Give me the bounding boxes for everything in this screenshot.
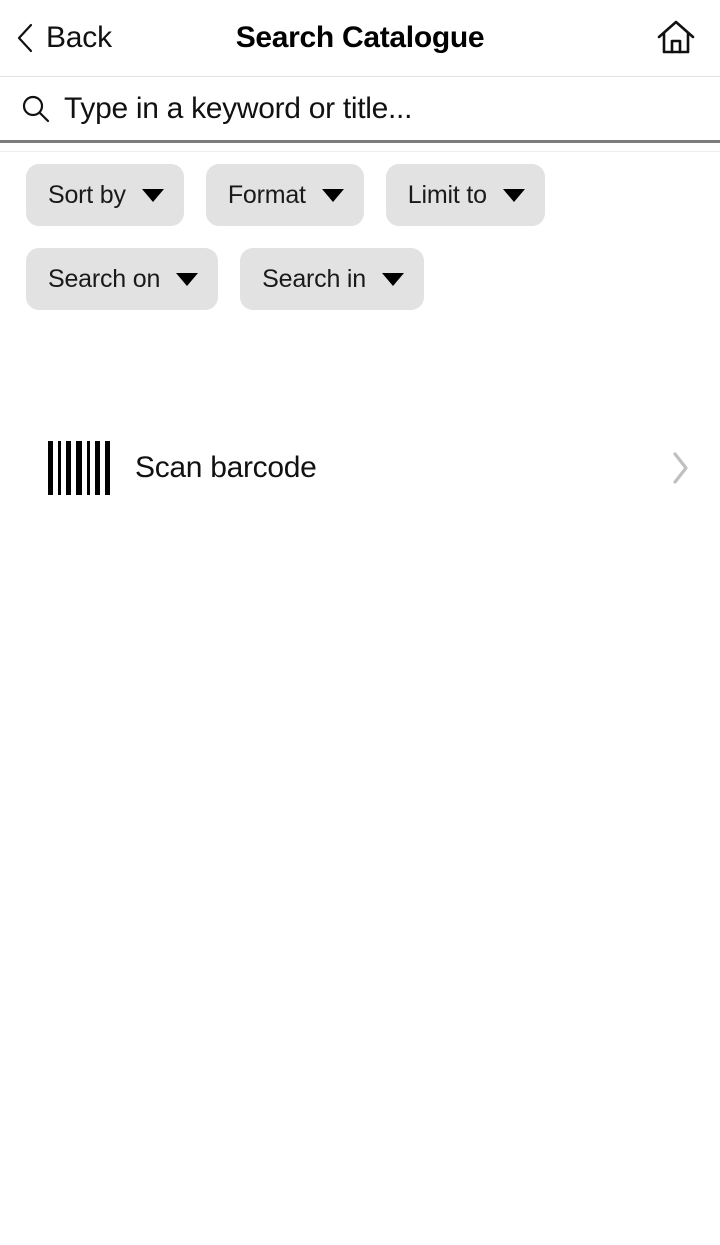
- home-icon: [656, 19, 696, 57]
- scan-barcode-row[interactable]: Scan barcode: [0, 420, 720, 516]
- filter-chip-row: Search on Search in: [26, 248, 720, 310]
- chevron-right-icon: [670, 451, 690, 485]
- home-button[interactable]: [650, 0, 702, 76]
- chevron-down-icon: [502, 188, 525, 202]
- barcode-icon: [48, 441, 110, 495]
- filter-chip-label: Search in: [262, 264, 366, 293]
- search-input[interactable]: [64, 88, 706, 129]
- scan-barcode-label: Scan barcode: [135, 451, 317, 484]
- back-button[interactable]: Back: [10, 0, 118, 76]
- filter-chip-search-on[interactable]: Search on: [26, 248, 219, 310]
- back-label: Back: [46, 21, 112, 54]
- filter-chip-row: Sort by Format Limit to: [26, 164, 720, 226]
- chevron-down-icon: [321, 188, 344, 202]
- chevron-down-icon: [176, 272, 199, 286]
- filter-chip-format[interactable]: Format: [205, 164, 364, 226]
- filter-chip-label: Format: [227, 180, 306, 209]
- filter-chip-label: Search on: [48, 264, 161, 293]
- filter-chip-group: Sort by Format Limit to Search on Search…: [0, 152, 720, 310]
- chevron-left-icon: [16, 23, 34, 53]
- search-divider: [0, 143, 720, 152]
- filter-chip-search-in[interactable]: Search in: [240, 248, 424, 310]
- search-icon: [20, 93, 52, 125]
- filter-chip-label: Limit to: [407, 180, 487, 209]
- search-field-row[interactable]: [0, 77, 720, 143]
- chevron-down-icon: [141, 188, 164, 202]
- chevron-down-icon: [382, 272, 404, 286]
- filter-chip-label: Sort by: [48, 180, 126, 209]
- filter-chip-limit-to[interactable]: Limit to: [385, 164, 545, 226]
- filter-chip-sort-by[interactable]: Sort by: [26, 164, 184, 226]
- app-header: Back Search Catalogue: [0, 0, 720, 77]
